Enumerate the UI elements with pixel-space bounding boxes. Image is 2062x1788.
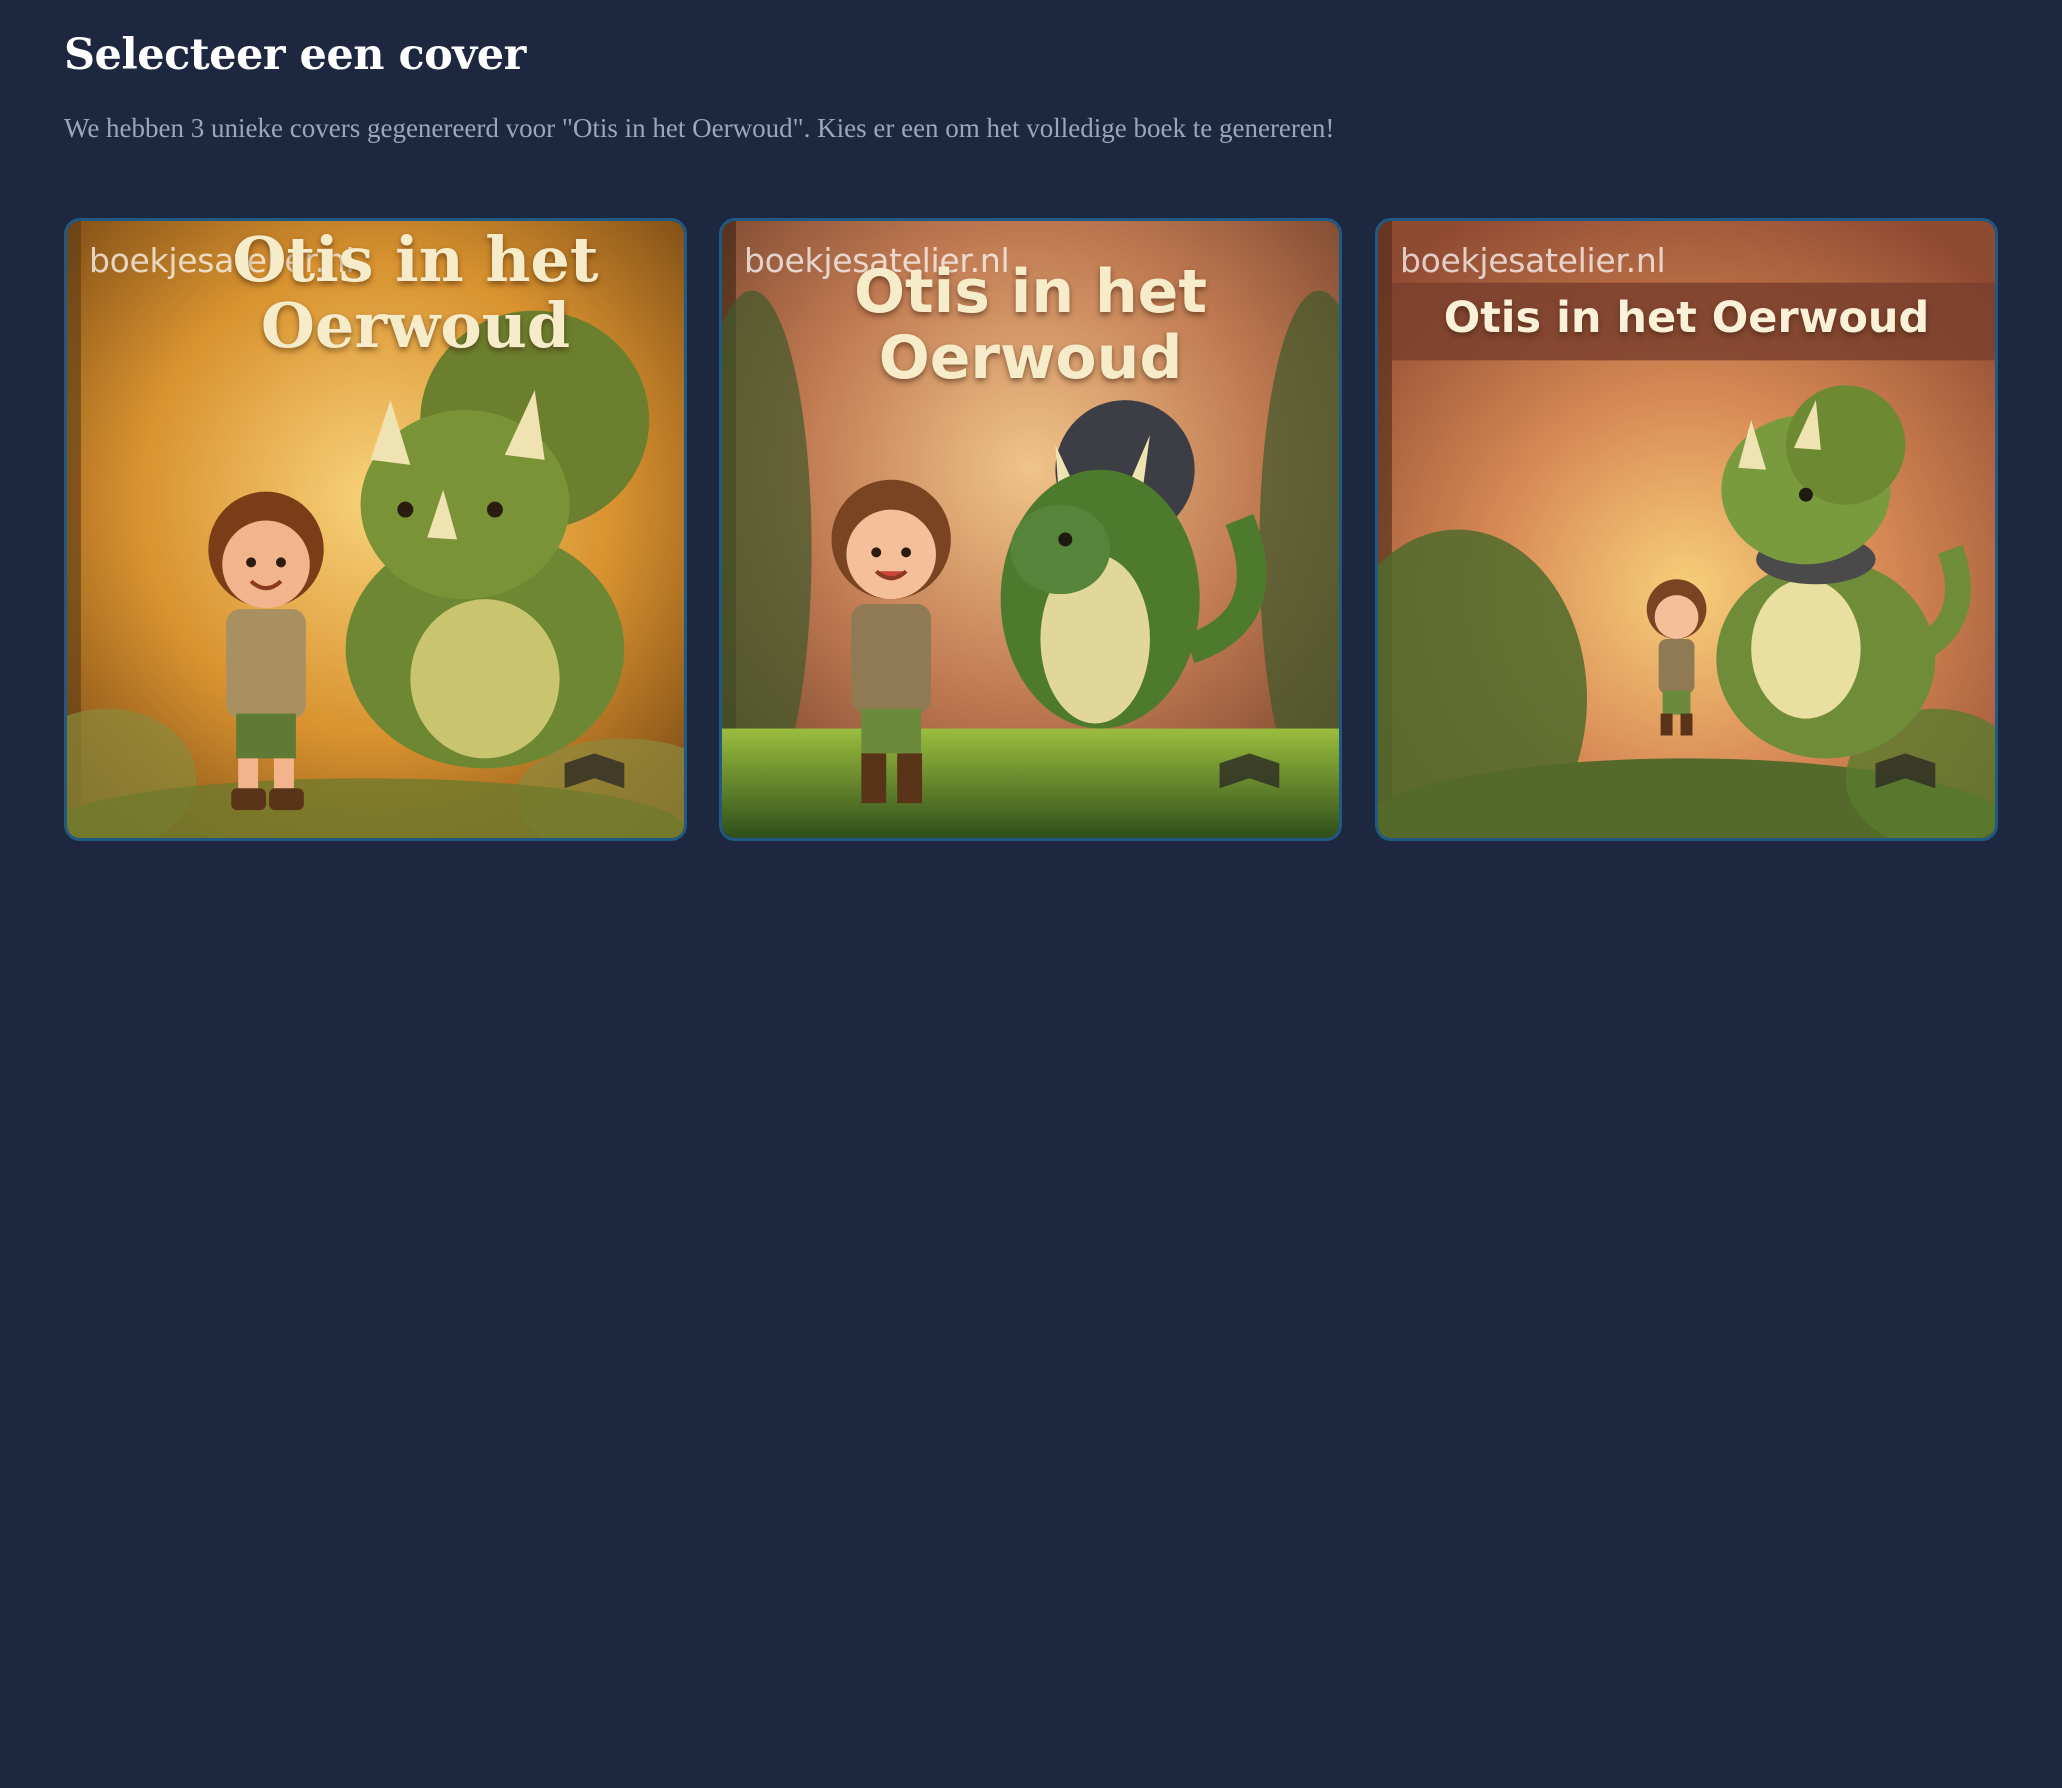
cover-watermark: boekjesatelier.nl [1400,241,1666,280]
cover-title: Otis in het Oerwoud [722,259,1339,391]
cover-title: Otis in het Oerwoud [147,227,684,359]
cover-option-3[interactable]: boekjesatelier.nl Otis in het Oerwoud [1375,218,1998,841]
cover-title-line-1: Otis in het [232,223,599,296]
cover-option-2[interactable]: boekjesatelier.nl Otis in het Oerwoud [719,218,1342,841]
cover-option-1[interactable]: boekjesatelier.nl Otis in het Oerwoud [64,218,687,841]
cover-title-line-2: Oerwoud [260,289,571,362]
cover-title-line-1: Otis in het Oerwoud [1443,293,1930,343]
page-title: Selecteer een cover [64,30,526,80]
cover-title-line-1: Otis in het [853,257,1208,327]
cover-title-line-2: Oerwoud [878,323,1183,393]
page-subtitle: We hebben 3 unieke covers gegenereerd vo… [64,113,1335,143]
cover-title: Otis in het Oerwoud [1378,293,1995,343]
